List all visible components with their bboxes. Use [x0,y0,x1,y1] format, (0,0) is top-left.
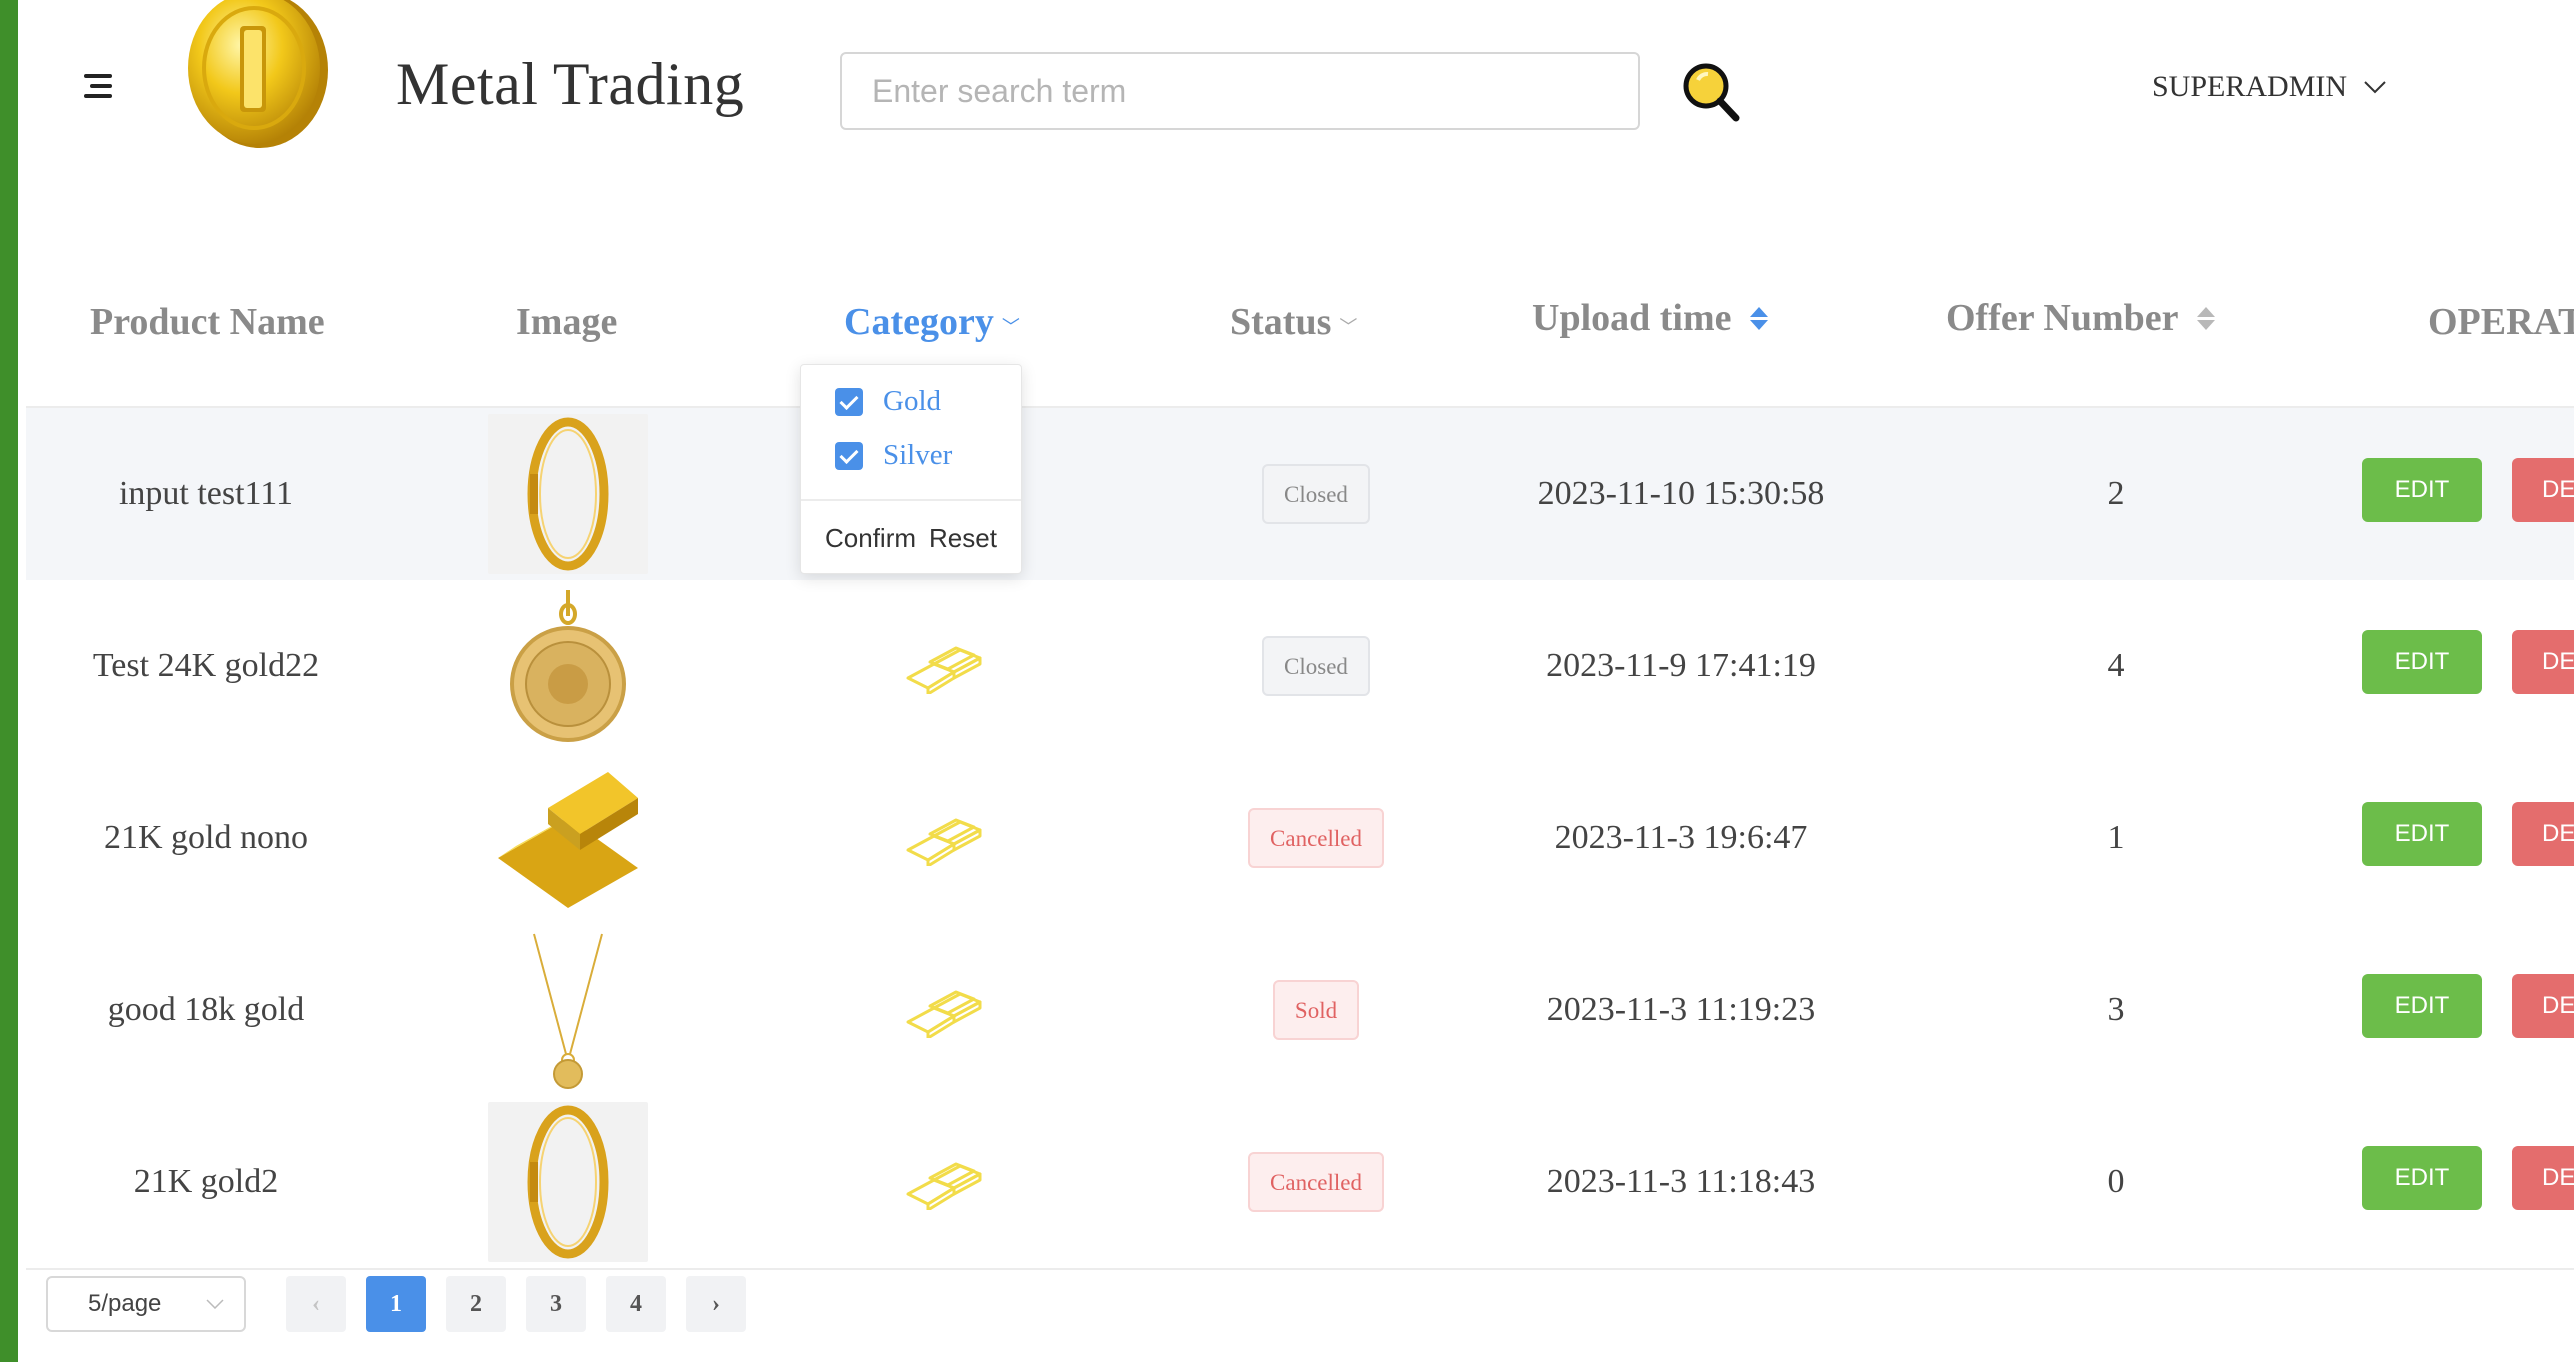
status-cell: Closed [1166,408,1466,580]
page-size-value: 5/page [88,1290,162,1317]
menu-toggle-icon[interactable] [80,70,118,104]
chevron-down-icon [2364,81,2386,94]
page-button-1[interactable]: 1 [366,1276,426,1332]
page-button-2[interactable]: 2 [446,1276,506,1332]
filter-option-label: Gold [883,385,941,417]
offer-number: 2 [2107,475,2125,512]
column-header-offer-number[interactable]: Offer Number [1946,296,2215,340]
upload-time: 2023-11-3 11:18:43 [1546,1163,1816,1200]
table-row: input test111 Closed 2023-11-10 15:30:58… [26,408,2574,580]
gold-bars-icon [906,818,982,866]
filter-option-gold[interactable]: Gold [835,385,941,418]
upload-time: 2023-11-10 15:30:58 [1537,475,1825,512]
edit-button[interactable]: EDIT [2362,630,2482,694]
category-cell [856,924,1036,1096]
checkbox-checked-icon[interactable] [835,441,863,470]
category-cell [856,1096,1036,1268]
column-header-image: Image [516,301,618,343]
delete-button[interactable]: DEL [2512,802,2574,866]
column-header-product-name: Product Name [90,301,325,343]
table-row: 21K gold nono Cancelled 2023-11-3 19:6:4… [26,752,2574,924]
chevron-down-icon [206,1299,224,1309]
gold-bar-image [488,758,648,918]
upload-time: 2023-11-3 11:19:23 [1546,991,1816,1028]
product-thumbnail [488,408,648,580]
category-filter-dropdown: Gold Silver Confirm Reset [800,364,1022,574]
status-cell: Cancelled [1166,1096,1466,1268]
edit-button[interactable]: EDIT [2362,1146,2482,1210]
sidebar-accent-bar [0,0,18,1362]
category-cell [856,752,1036,924]
edit-button[interactable]: EDIT [2362,458,2482,522]
status-cell: Closed [1166,580,1466,752]
edit-button[interactable]: EDIT [2362,974,2482,1038]
next-page-button[interactable]: › [686,1276,746,1332]
user-name: SUPERADMIN [2152,70,2348,103]
status-cell: Sold [1166,924,1466,1096]
gold-coin-logo-icon [188,0,328,148]
gold-bars-icon [906,990,982,1038]
divider [26,1268,2574,1270]
filter-reset-button[interactable]: Reset [929,523,997,554]
column-header-operation: OPERATION [2428,301,2574,343]
product-thumbnail [488,924,648,1096]
offer-number: 1 [2107,819,2125,856]
page-button-4[interactable]: 4 [606,1276,666,1332]
filter-caret-icon[interactable]: ﹀ [1002,313,1020,339]
delete-button[interactable]: DEL [2512,630,2574,694]
category-cell [856,580,1036,752]
product-name: input test111 [118,475,294,512]
table-row: Test 24K gold22 Closed 2023-11-9 17:41:1… [26,580,2574,752]
sort-icon[interactable] [1749,306,1768,330]
search-icon[interactable] [1680,60,1742,124]
divider [801,499,1021,501]
prev-page-button[interactable]: ‹ [286,1276,346,1332]
sort-icon[interactable] [2196,306,2215,330]
edit-button[interactable]: EDIT [2362,802,2482,866]
gold-pendant-image [488,586,648,746]
filter-confirm-button[interactable]: Confirm [825,523,916,554]
page-size-select[interactable]: 5/page [46,1276,246,1332]
product-name: 21K gold nono [104,819,308,856]
filter-option-label: Silver [883,439,953,471]
product-name: good 18k gold [107,991,305,1028]
table-row: good 18k gold Sold 2023-11-3 11:19:23 3 … [26,924,2574,1096]
column-header-status[interactable]: Status ﹀ [1230,300,1357,344]
product-thumbnail [488,1096,648,1268]
app-title: Metal Trading [396,51,745,117]
product-name: Test 24K gold22 [92,647,320,684]
gold-necklace-image [488,930,648,1090]
delete-button[interactable]: DEL [2512,1146,2574,1210]
status-badge: Cancelled [1248,808,1384,868]
status-badge: Closed [1262,464,1370,524]
status-badge: Sold [1272,980,1360,1040]
product-thumbnail [488,752,648,924]
user-menu[interactable]: SUPERADMIN [2152,70,2387,104]
upload-time: 2023-11-9 17:41:19 [1546,647,1816,684]
offer-number: 3 [2107,991,2125,1028]
page-button-3[interactable]: 3 [526,1276,586,1332]
gold-bars-icon [906,646,982,694]
delete-button[interactable]: DEL [2512,974,2574,1038]
column-header-category[interactable]: Category ﹀ [844,300,1020,344]
filter-option-silver[interactable]: Silver [835,439,952,472]
status-badge: Closed [1262,636,1370,696]
offer-number: 4 [2107,647,2125,684]
product-thumbnail [488,580,648,752]
filter-caret-icon[interactable]: ﹀ [1339,313,1357,339]
table-row: 21K gold2 Cancelled 2023-11-3 11:18:43 0… [26,1096,2574,1268]
table-header: Product Name Image Category ﹀ Status ﹀ U… [26,250,2574,408]
gold-bars-icon [906,1162,982,1210]
offer-number: 0 [2107,1163,2125,1200]
checkbox-checked-icon[interactable] [835,387,863,416]
gold-ring-image [488,414,648,574]
column-header-upload-time[interactable]: Upload time [1532,296,1768,340]
status-cell: Cancelled [1166,752,1466,924]
product-name: 21K gold2 [133,1163,279,1200]
upload-time: 2023-11-3 19:6:47 [1554,819,1808,856]
status-badge: Cancelled [1248,1152,1384,1212]
delete-button[interactable]: DEL [2512,458,2574,522]
search-input[interactable] [840,52,1640,130]
gold-ring-image [488,1102,648,1262]
